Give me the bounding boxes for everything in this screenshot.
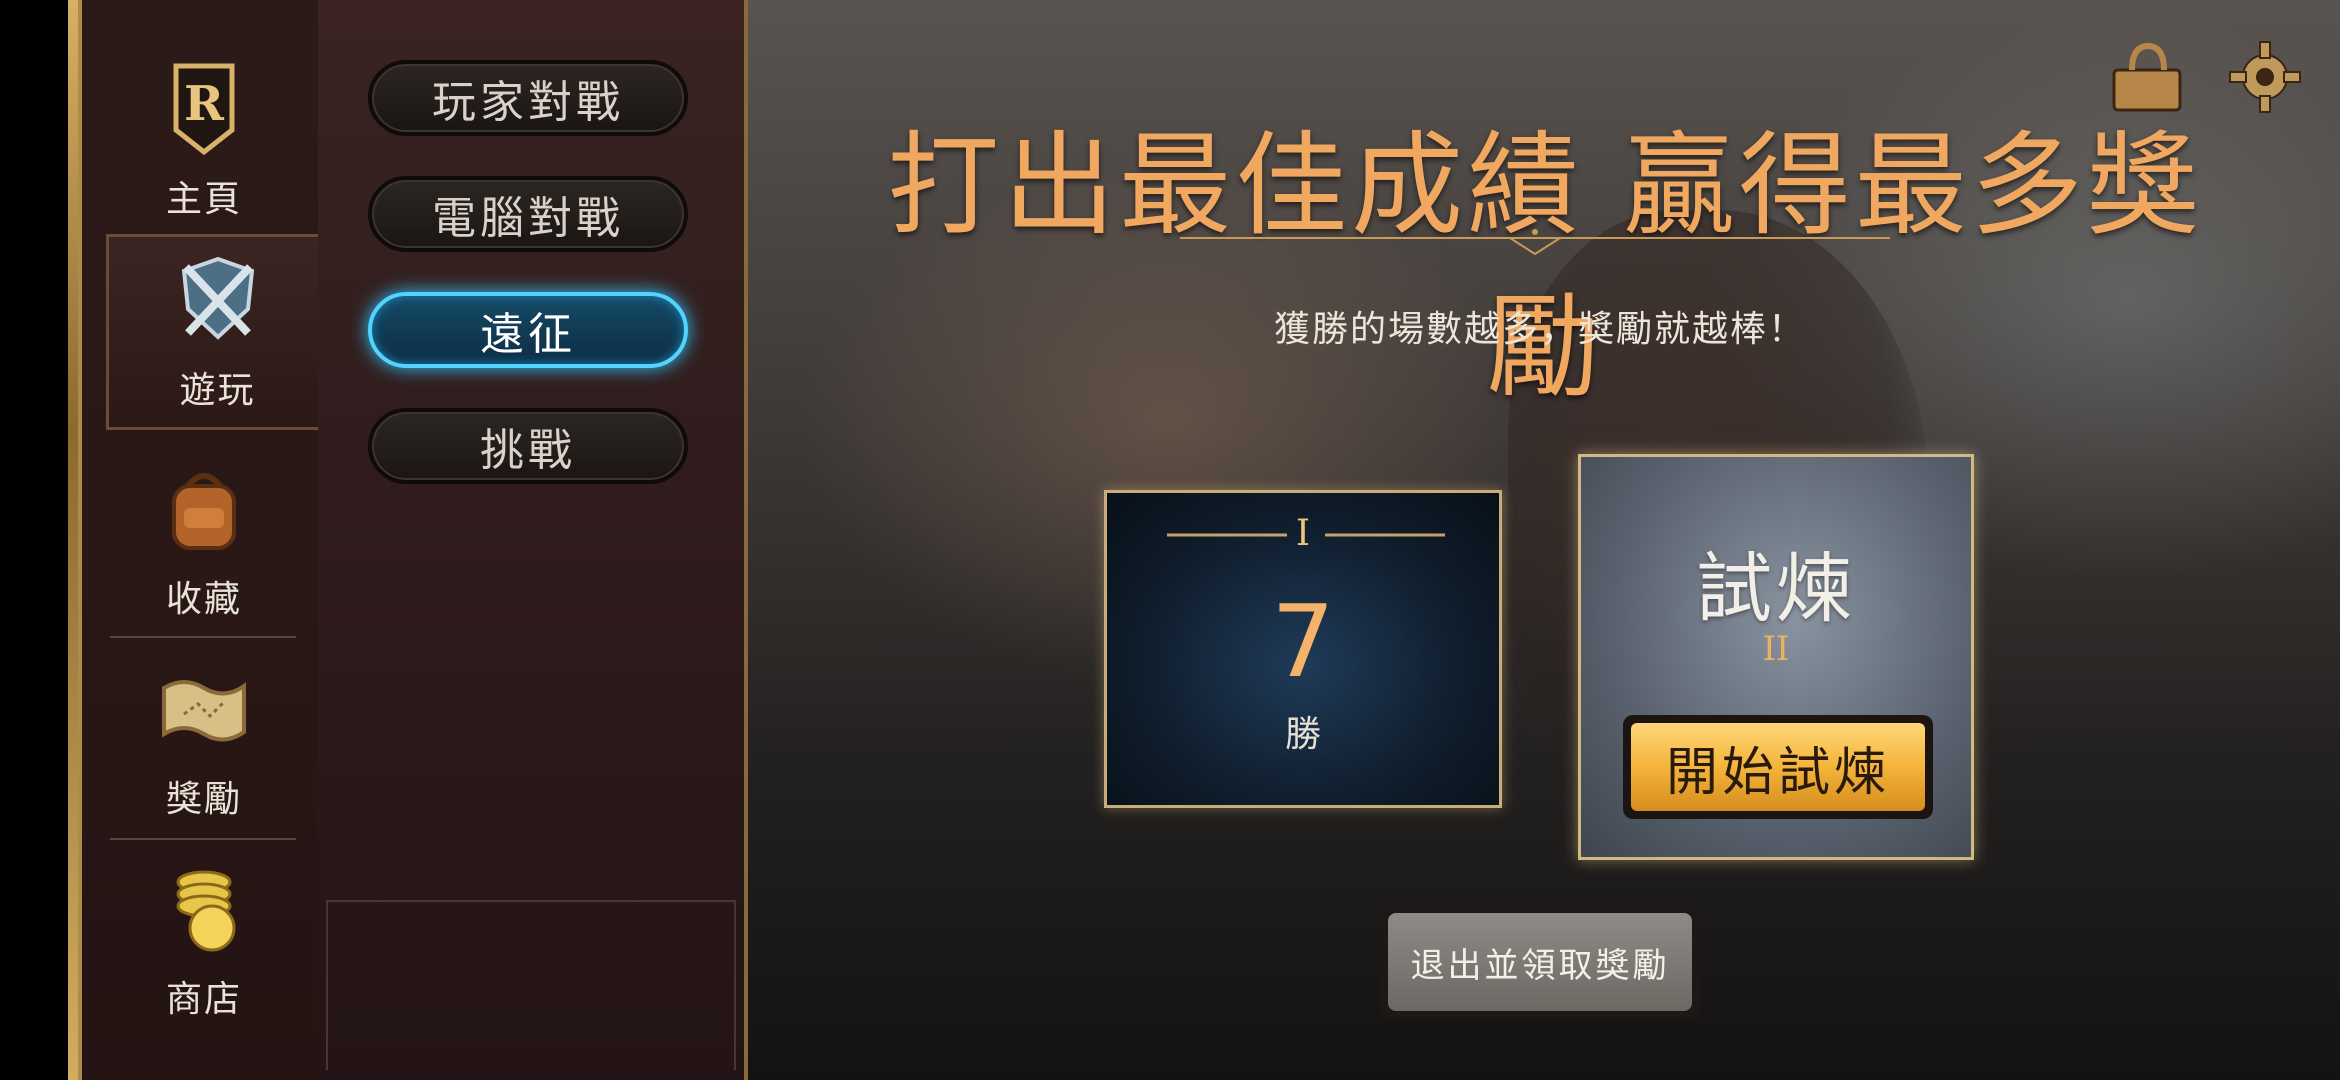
mode-pvp-button[interactable]: 玩家對戰: [368, 60, 688, 136]
game-mode-panel: 玩家對戰 電腦對戰 遠征 挑戰: [318, 0, 744, 1080]
nav-item-rewards[interactable]: 獎勵: [106, 640, 302, 836]
nav-divider: [110, 636, 296, 638]
gear-icon[interactable]: [2228, 40, 2302, 114]
title-ornament: [1180, 229, 1890, 256]
trial-card: 試煉 II 開始試煉: [1578, 454, 1974, 860]
trial-tier: II: [1762, 629, 1790, 669]
start-trial-button[interactable]: 開始試煉: [1623, 715, 1933, 819]
nav-item-collection[interactable]: 收藏: [106, 440, 302, 636]
coins-icon: [176, 870, 236, 952]
nav-label: 主頁: [165, 179, 242, 220]
legends-logo-icon: R: [173, 63, 235, 156]
exit-and-claim-label: 退出並領取獎勵: [1388, 913, 1692, 1011]
page-subtitle: 獲勝的場數越多，獎勵就越棒！: [1273, 309, 1806, 350]
backpack-icon: [172, 473, 236, 550]
treasure-map-icon: [162, 680, 246, 742]
mode-challenge-button[interactable]: 挑戰: [368, 408, 688, 484]
mode-ai-button[interactable]: 電腦對戰: [368, 176, 688, 252]
start-trial-label: 開始試煉: [1631, 723, 1925, 811]
wins-count: 7: [1271, 583, 1335, 700]
nav-label: 獎勵: [165, 779, 242, 820]
trial-title: 試煉: [1696, 544, 1856, 633]
page-title: 打出最佳成績 贏得最多獎勵: [887, 121, 2203, 413]
nav-item-store[interactable]: 商店: [106, 840, 302, 1036]
wins-card: I 7 勝: [1104, 490, 1502, 808]
nav-label: 遊玩: [179, 370, 256, 411]
nav-item-play[interactable]: 遊玩: [106, 234, 326, 430]
main-nav-rail: R 主頁 遊玩 收藏 獎勵 商店: [68, 0, 326, 1080]
panel-frame-ornament: [326, 900, 736, 1070]
svg-text:R: R: [184, 76, 225, 132]
shop-bag-icon[interactable]: [2106, 42, 2190, 114]
nav-label: 商店: [165, 979, 242, 1020]
mode-expedition-button[interactable]: 遠征: [368, 292, 688, 368]
nav-label: 收藏: [165, 579, 242, 620]
nav-item-home[interactable]: R 主頁: [106, 40, 302, 236]
wins-label: 勝: [1284, 714, 1321, 755]
crossed-swords-shield-icon: [181, 256, 254, 340]
exit-and-claim-button[interactable]: 退出並領取獎勵: [1380, 905, 1700, 1019]
wins-tier: I: [1295, 513, 1311, 554]
